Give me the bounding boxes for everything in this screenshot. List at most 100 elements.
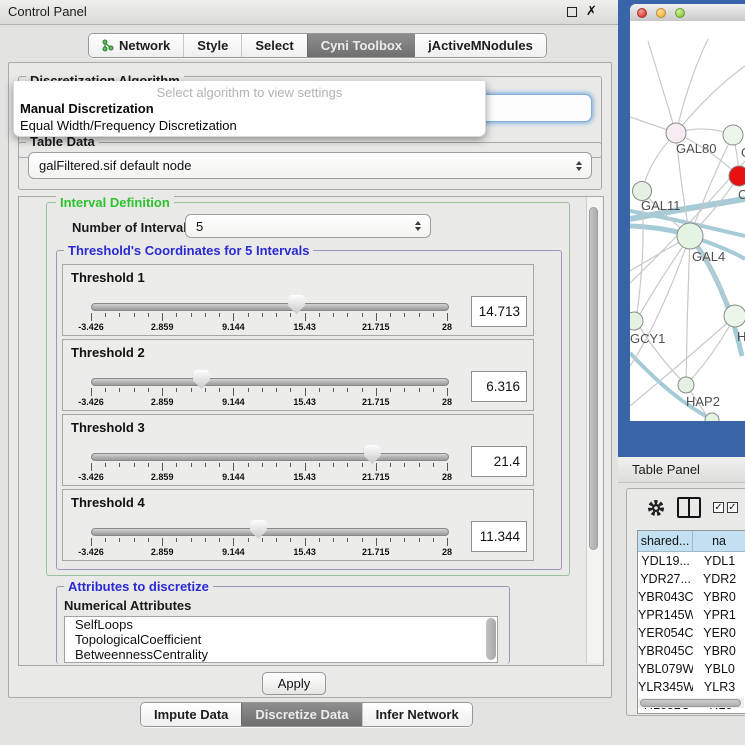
table-cell[interactable]: YBL0 xyxy=(693,660,745,678)
table-data-combobox[interactable]: galFiltered.sif default node xyxy=(28,152,592,179)
cyni-bottom-tabbar: Impute Data Discretize Data Infer Networ… xyxy=(140,702,473,727)
network-node-G[interactable] xyxy=(723,125,743,145)
app-root: { "window": {"title": "Control Panel", "… xyxy=(0,0,745,745)
threshold-1-slider-thumb[interactable] xyxy=(288,295,305,314)
table-cell[interactable]: YLR345W xyxy=(638,678,693,696)
column-header-name[interactable]: na xyxy=(693,531,745,551)
table-cell[interactable]: YDL1 xyxy=(693,552,745,570)
network-window-titlebar[interactable] xyxy=(630,4,745,22)
tick-label: 15.43 xyxy=(293,547,316,557)
table-row[interactable]: YER054CYER0 xyxy=(638,624,745,642)
table-cell[interactable]: YLR3 xyxy=(693,678,745,696)
threshold-2-slider-track[interactable] xyxy=(91,378,449,386)
threshold-3-slider-thumb[interactable] xyxy=(364,445,381,464)
zoom-traffic-light-icon[interactable] xyxy=(675,8,685,18)
network-node-label: GCY1 xyxy=(630,331,665,346)
table-cell[interactable]: YPR145W xyxy=(638,606,693,624)
threshold-2-slider-thumb[interactable] xyxy=(193,370,210,389)
threshold-4-label: Threshold 4 xyxy=(71,495,145,510)
network-node-C[interactable] xyxy=(729,166,745,186)
tab-jactivemnodules-label: jActiveMNodules xyxy=(428,34,533,57)
tick-label: 2.859 xyxy=(151,472,174,482)
slider-tick-marks xyxy=(91,313,447,321)
tab-discretize-data[interactable]: Discretize Data xyxy=(241,703,361,726)
threshold-2-value-field[interactable]: 6.316 xyxy=(471,371,527,402)
threshold-4-slider-track[interactable] xyxy=(91,528,449,536)
attribute-list-item[interactable]: SelfLoops xyxy=(65,617,497,632)
apply-button[interactable]: Apply xyxy=(262,672,326,695)
threshold-1-value-field[interactable]: 14.713 xyxy=(471,296,527,327)
table-row[interactable]: YDL19...YDL1 xyxy=(638,552,745,570)
table-cell[interactable]: YBR043C xyxy=(638,588,693,606)
tick-label: 2.859 xyxy=(151,397,174,407)
table-cell[interactable]: YER054C xyxy=(638,624,693,642)
tab-network-label: Network xyxy=(119,34,170,57)
table-row[interactable]: YDR27...YDR2 xyxy=(638,570,745,588)
network-node-HAP2[interactable] xyxy=(678,377,694,393)
column-header-shared-name[interactable]: shared... xyxy=(638,531,693,551)
network-node-label: G xyxy=(741,145,745,160)
tick-label: 15.43 xyxy=(293,322,316,332)
tab-style[interactable]: Style xyxy=(183,34,241,57)
table-cell[interactable]: YDR27... xyxy=(638,570,693,588)
tab-impute-data[interactable]: Impute Data xyxy=(141,703,241,726)
tick-label: 9.144 xyxy=(222,322,245,332)
float-window-button[interactable] xyxy=(567,7,577,17)
threshold-3-label: Threshold 3 xyxy=(71,420,145,435)
close-traffic-light-icon[interactable] xyxy=(637,8,647,18)
tab-select[interactable]: Select xyxy=(241,34,306,57)
tab-jactivemnodules[interactable]: jActiveMNodules xyxy=(415,34,546,57)
table-cell[interactable]: YER0 xyxy=(693,624,745,642)
table-row[interactable]: YPR145WYPR1 xyxy=(638,606,745,624)
network-node-unlabeled[interactable] xyxy=(705,413,719,421)
threshold-1-slider-track[interactable] xyxy=(91,303,449,311)
numerical-attributes-list[interactable]: SelfLoopsTopologicalCoefficientBetweenne… xyxy=(64,616,498,663)
slider-tick-marks xyxy=(91,463,447,471)
table-hscrollbar-thumb[interactable] xyxy=(640,699,741,707)
network-node-GAL80[interactable] xyxy=(666,123,686,143)
table-row[interactable]: YBL079WYBL0 xyxy=(638,660,745,678)
control-panel-tabbar: Network Style Select Cyni Toolbox jActiv… xyxy=(88,33,547,58)
tab-network[interactable]: Network xyxy=(89,34,183,57)
tick-label: 15.43 xyxy=(293,397,316,407)
table-cell[interactable]: YDR2 xyxy=(693,570,745,588)
threshold-4-value-field[interactable]: 11.344 xyxy=(471,521,527,552)
tab-infer-network[interactable]: Infer Network xyxy=(362,703,472,726)
close-panel-button[interactable]: ✗ xyxy=(586,3,597,19)
network-node-GCY1[interactable] xyxy=(630,312,643,330)
tab-style-label: Style xyxy=(197,34,228,57)
algorithm-option-manual[interactable]: Manual Discretization xyxy=(20,101,154,116)
table-cell[interactable]: YBL079W xyxy=(638,660,693,678)
threshold-3-value-field[interactable]: 21.4 xyxy=(471,446,527,477)
table-cell[interactable]: YPR1 xyxy=(693,606,745,624)
tab-cyni-toolbox[interactable]: Cyni Toolbox xyxy=(307,34,415,57)
table-cell[interactable]: YBR0 xyxy=(693,642,745,660)
table-cell[interactable]: YBR045C xyxy=(638,642,693,660)
table-row[interactable]: YLR345WYLR3 xyxy=(638,678,745,696)
minimize-traffic-light-icon[interactable] xyxy=(656,8,666,18)
attributes-list-scrollbar-thumb[interactable] xyxy=(486,618,496,660)
threshold-3-box: Threshold 3-3.4262.8599.14415.4321.71528… xyxy=(62,414,534,486)
number-of-intervals-combobox[interactable]: 5 xyxy=(185,214,431,238)
attribute-list-item[interactable]: TopologicalCoefficient xyxy=(65,632,497,647)
table-cell[interactable]: YDL19... xyxy=(638,552,693,570)
threshold-2-label: Threshold 2 xyxy=(71,345,145,360)
columns-icon[interactable] xyxy=(677,497,701,518)
network-window[interactable]: GAL80GCGAL11GAL4GCY1HHAP2 xyxy=(630,4,745,421)
table-cell[interactable]: YBR0 xyxy=(693,588,745,606)
gear-icon[interactable] xyxy=(646,498,666,518)
network-canvas[interactable]: GAL80GCGAL11GAL4GCY1HHAP2 xyxy=(630,21,745,421)
table-row[interactable]: YBR045CYBR0 xyxy=(638,642,745,660)
table-row[interactable]: YBR043CYBR0 xyxy=(638,588,745,606)
threshold-4-slider-thumb[interactable] xyxy=(250,520,267,539)
algorithm-option-equal-width[interactable]: Equal Width/Frequency Discretization xyxy=(20,118,237,133)
threshold-3-slider-track[interactable] xyxy=(91,453,449,461)
table-hscrollbar-track[interactable] xyxy=(638,698,744,708)
settings-scrollbar-thumb[interactable] xyxy=(589,207,598,550)
network-node-H[interactable] xyxy=(724,305,745,327)
tick-label: 9.144 xyxy=(222,547,245,557)
checkbox-icon-2[interactable]: ✓ xyxy=(727,502,738,513)
checkbox-icon-1[interactable]: ✓ xyxy=(713,502,724,513)
attribute-list-item[interactable]: BetweennessCentrality xyxy=(65,647,497,662)
network-node-GAL4[interactable] xyxy=(677,223,703,249)
